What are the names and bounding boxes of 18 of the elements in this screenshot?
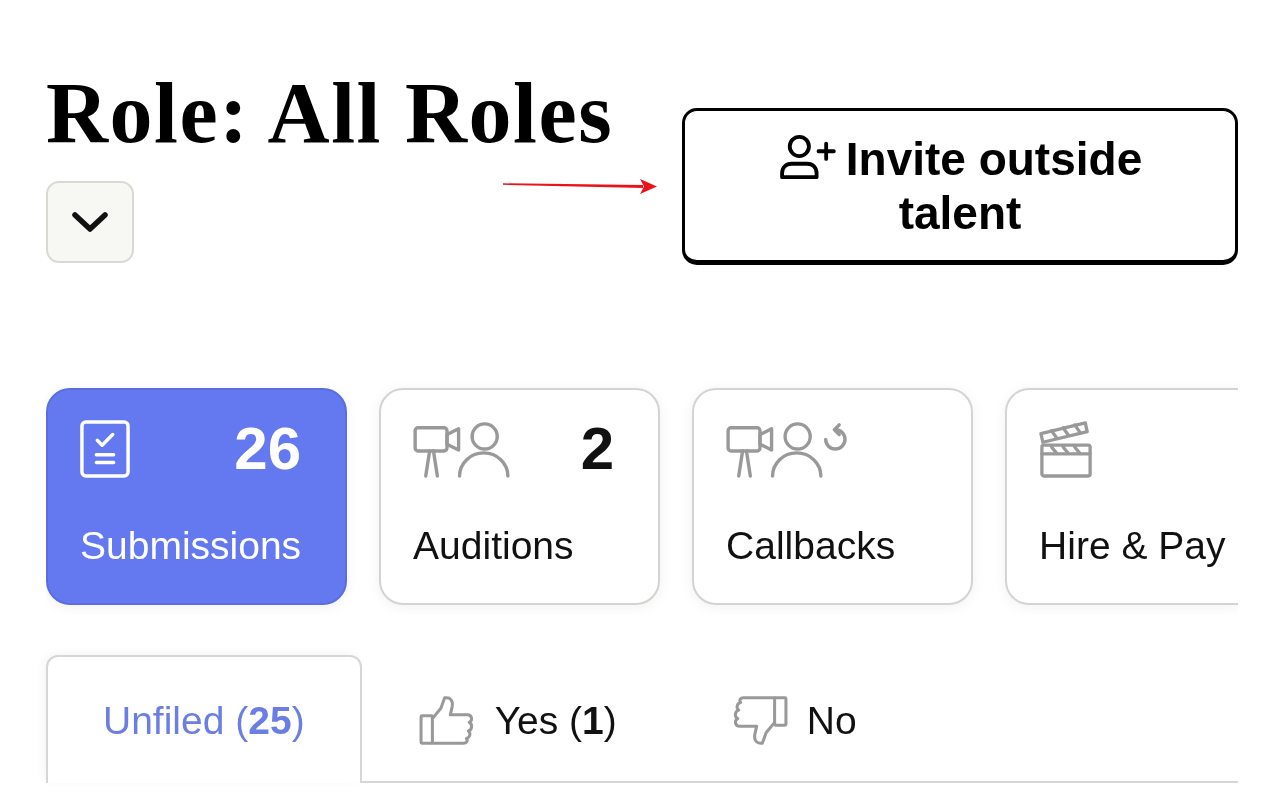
stage-count: 26 <box>234 419 302 479</box>
filter-tab[interactable]: Yes (1) <box>361 655 674 783</box>
clapperboard-icon <box>1039 420 1094 478</box>
page-title: Role: All Roles <box>46 70 614 156</box>
camera-person-icon <box>413 420 511 478</box>
filter-tab[interactable]: Unfiled (25) <box>46 655 362 783</box>
stage-card[interactable]: Hire & Pay <box>1005 388 1238 605</box>
user-plus-icon <box>777 133 836 180</box>
stage-card[interactable]: Callbacks <box>692 388 974 605</box>
clipboard-check-icon <box>80 420 130 478</box>
dropdown-button[interactable] <box>46 181 134 263</box>
stage-card[interactable]: 2 Auditions <box>379 388 661 605</box>
thumbs-up-icon <box>418 694 476 746</box>
stage-card[interactable]: 26 Submissions <box>46 388 348 605</box>
stage-count: 2 <box>580 419 615 479</box>
invite-button[interactable]: Invite outside talent <box>682 108 1238 265</box>
chevron-down-icon <box>71 211 109 233</box>
filter-tab[interactable]: No <box>673 655 914 783</box>
